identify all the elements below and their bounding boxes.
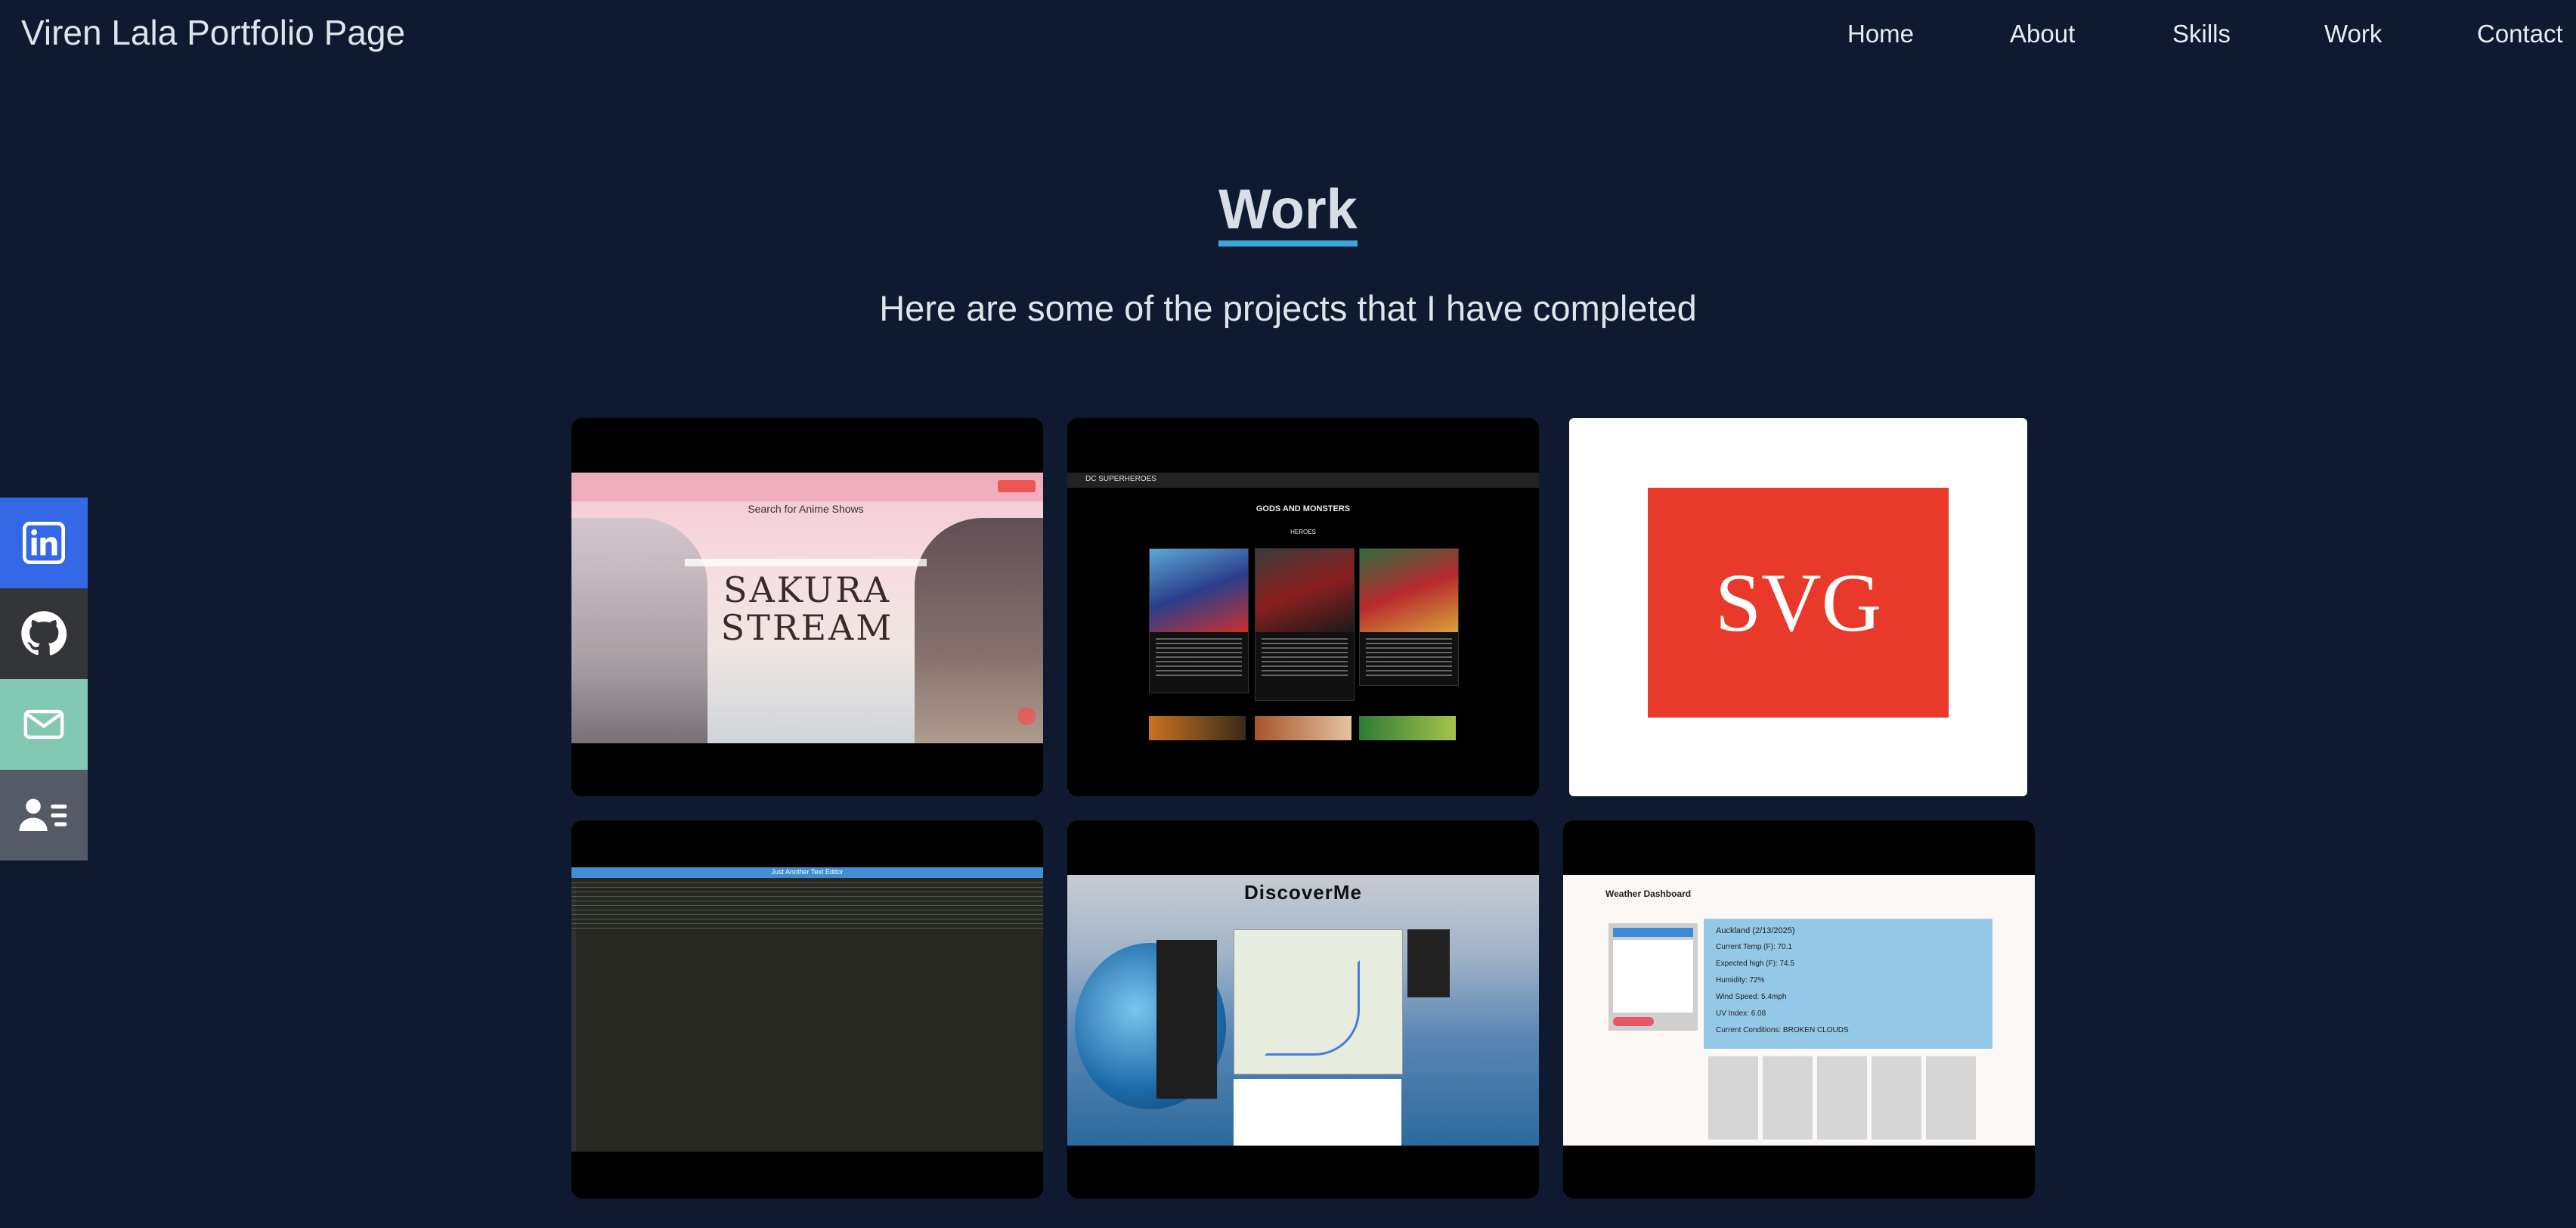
current-weather-panel: Auckland (2/13/2025) Current Temp (F): 7… xyxy=(1704,919,1992,1049)
project-card-text-editor[interactable]: Just Another Text Editor xyxy=(571,820,1043,1199)
resume-link[interactable] xyxy=(0,770,88,861)
linkedin-icon xyxy=(23,522,65,564)
weather-wind: Wind Speed: 5.4mph xyxy=(1716,993,1787,1001)
hero-text xyxy=(1366,638,1452,676)
search-button xyxy=(1613,928,1693,937)
mail-icon xyxy=(23,709,64,740)
editor-title: Just Another Text Editor xyxy=(771,868,844,876)
github-icon xyxy=(21,611,67,656)
search-panel xyxy=(1608,923,1698,1031)
site-brand[interactable]: Viren Lala Portfolio Page xyxy=(21,12,405,53)
forecast-card xyxy=(1763,1056,1813,1140)
project-screenshot: DiscoverMe xyxy=(1067,875,1539,1146)
screenshot-brand: DC SUPERHEROES xyxy=(1085,475,1156,483)
hero-image xyxy=(1255,549,1354,632)
nav-skills[interactable]: Skills xyxy=(2172,20,2231,48)
screenshot-navbar: DC SUPERHEROES xyxy=(1067,473,1539,488)
screenshot-search-heading: Search for Anime Shows xyxy=(748,503,864,515)
resume-icon xyxy=(19,799,67,831)
editor-titlebar: Just Another Text Editor xyxy=(571,867,1043,878)
linkedin-link[interactable] xyxy=(0,498,88,588)
section-title: Work xyxy=(1218,181,1358,247)
screenshot-hero-card xyxy=(1359,548,1459,686)
screenshot-button xyxy=(998,480,1036,492)
screenshot-hero-card xyxy=(1255,548,1355,701)
email-link[interactable] xyxy=(0,679,88,770)
project-screenshot: Just Another Text Editor xyxy=(571,867,1043,1152)
screenshot-title: Weather Dashboard xyxy=(1605,888,1692,899)
svg-logo-text: SVG xyxy=(1714,556,1882,649)
screenshot-heading: GODS AND MONSTERS xyxy=(1255,504,1351,513)
weather-humidity: Humidity: 72% xyxy=(1716,976,1765,985)
weather-uv: UV Index: 6.08 xyxy=(1716,1009,1766,1018)
project-screenshot: DC SUPERHEROES GODS AND MONSTERS HEROES xyxy=(1067,473,1539,743)
clear-button xyxy=(1613,1017,1654,1026)
nav-about[interactable]: About xyxy=(2010,20,2075,48)
saved-searches-panel xyxy=(1156,940,1217,1099)
screenshot-logo: SAKURA STREAM xyxy=(571,571,1043,647)
map-route xyxy=(1265,960,1360,1056)
project-card-sakura-stream[interactable]: Search for Anime Shows SAKURA STREAM xyxy=(571,418,1043,796)
nav-home[interactable]: Home xyxy=(1847,20,1914,48)
project-screenshot: Search for Anime Shows SAKURA STREAM xyxy=(571,473,1043,743)
hero-image xyxy=(1150,549,1248,632)
section-subtitle: Here are some of the projects that I hav… xyxy=(879,288,1697,328)
svg-logo: SVG xyxy=(1648,488,1949,718)
weather-high: Expected high (F): 74.5 xyxy=(1716,960,1794,968)
project-card-svg[interactable]: SVG xyxy=(1569,418,2027,796)
map-view xyxy=(1234,929,1403,1074)
forecast-card xyxy=(1872,1056,1921,1140)
hero-text xyxy=(1262,638,1348,676)
screenshot-search-bar xyxy=(685,559,927,566)
hero-image xyxy=(1360,549,1458,632)
project-card-dc-superheroes[interactable]: DC SUPERHEROES GODS AND MONSTERS HEROES xyxy=(1067,418,1539,796)
hero-thumbnail xyxy=(1255,716,1351,740)
project-card-weather-dashboard[interactable]: Weather Dashboard Auckland (2/13/2025) C… xyxy=(1563,820,2035,1199)
screenshot-hero-card xyxy=(1149,548,1249,693)
hero-thumbnail xyxy=(1359,716,1456,740)
screenshot-button xyxy=(1017,707,1036,725)
social-sidebar xyxy=(0,498,88,861)
top-navbar: Viren Lala Portfolio Page Home About Ski… xyxy=(0,0,2576,68)
hero-thumbnail xyxy=(1149,716,1246,740)
nav-work[interactable]: Work xyxy=(2324,20,2382,48)
screenshot-title: DiscoverMe xyxy=(1244,881,1362,904)
project-card-discoverme[interactable]: DiscoverMe xyxy=(1067,820,1539,1199)
directions-list xyxy=(1234,1079,1401,1146)
weather-temp: Current Temp (F): 70.1 xyxy=(1716,943,1792,951)
history-list xyxy=(1613,940,1693,1012)
github-link[interactable] xyxy=(0,588,88,679)
forecast-card xyxy=(1817,1056,1867,1140)
nav-contact[interactable]: Contact xyxy=(2477,20,2563,48)
forecast-card xyxy=(1926,1056,1976,1140)
logo-line: SAKURA xyxy=(723,569,892,610)
forecast-card xyxy=(1708,1056,1758,1140)
weather-city: Auckland (2/13/2025) xyxy=(1716,926,1795,935)
screenshot-subheading: HEROES xyxy=(1290,529,1316,535)
screenshot-header xyxy=(571,473,1043,501)
logo-line: STREAM xyxy=(720,607,894,648)
section-header: Work xyxy=(0,181,2576,247)
editor-text xyxy=(571,882,1043,931)
weather-conditions: Current Conditions: BROKEN CLOUDS xyxy=(1716,1026,1849,1034)
map-controls xyxy=(1407,929,1450,997)
hero-text xyxy=(1156,638,1242,676)
project-screenshot: Weather Dashboard Auckland (2/13/2025) C… xyxy=(1563,875,2035,1146)
